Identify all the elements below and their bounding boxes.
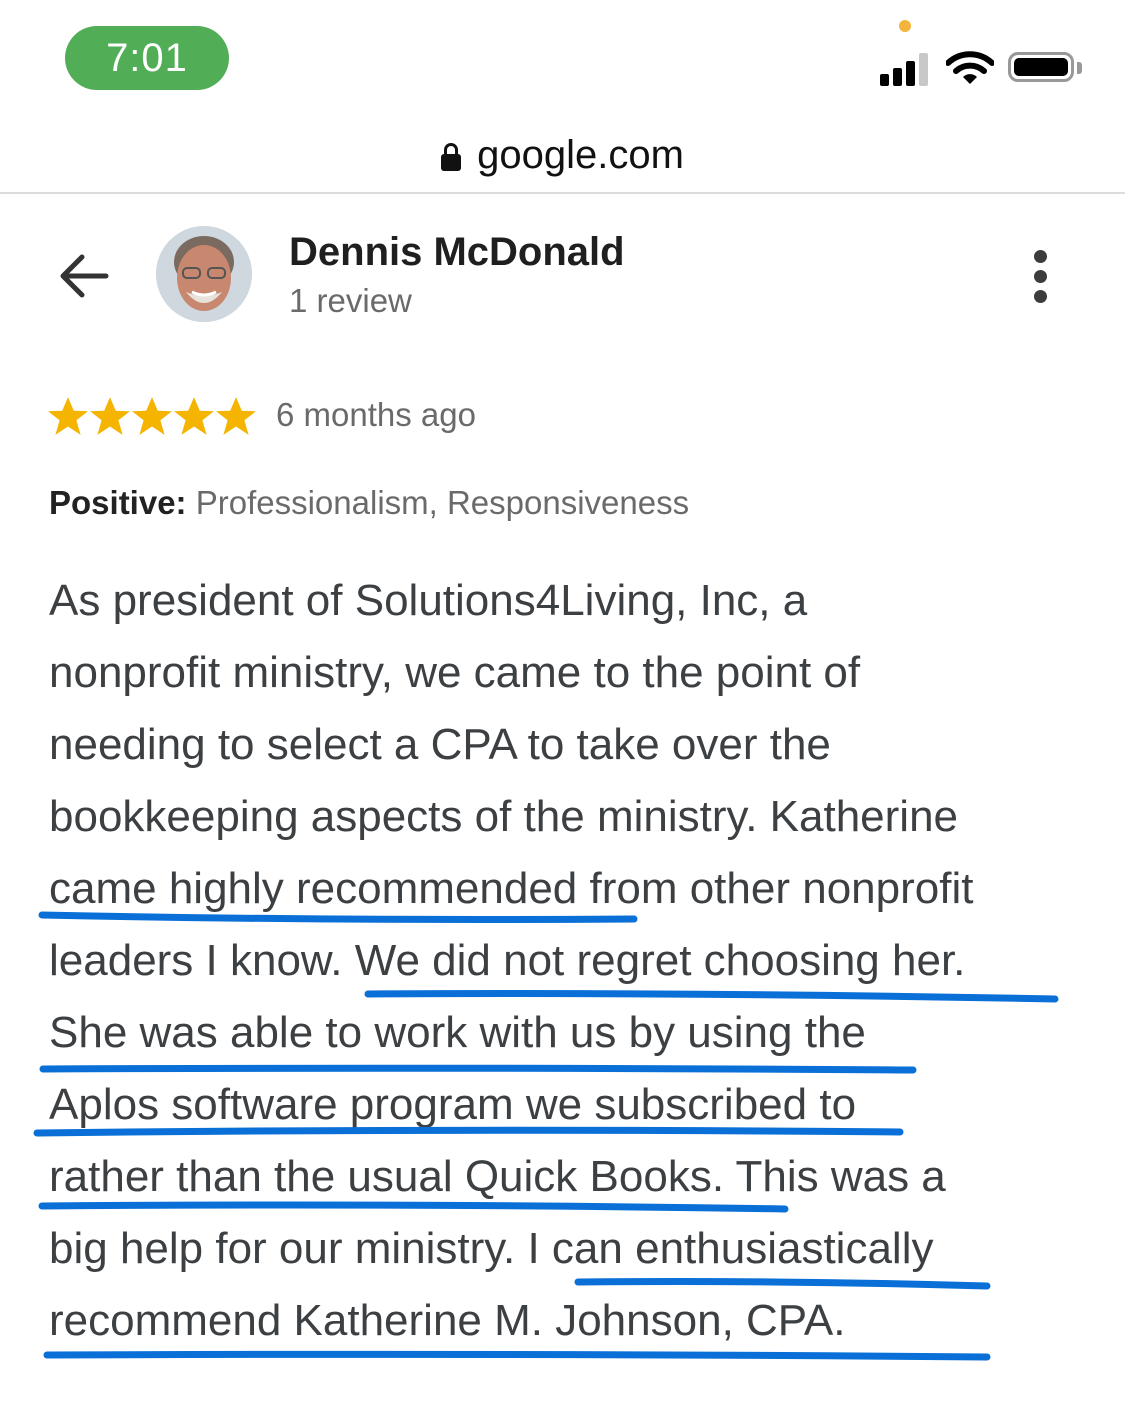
review-line: Aplos software program we subscribed to <box>49 1080 857 1129</box>
underline-stroke <box>574 1278 991 1290</box>
positive-label: Positive: <box>49 484 187 521</box>
review-line: rather than the usual Quick Books. This … <box>49 1152 946 1201</box>
lock-icon <box>441 143 462 171</box>
underline-stroke <box>39 1064 917 1074</box>
url-domain: google.com <box>477 132 684 177</box>
review-line: big help for our ministry. I can enthusi… <box>49 1224 934 1273</box>
review-count: 1 review <box>289 282 412 319</box>
underline-stroke <box>33 1126 904 1137</box>
url-bar[interactable]: google.com <box>0 118 1125 194</box>
positive-attributes: Positive: Professionalism, Responsivenes… <box>49 484 689 522</box>
review-line: bookkeeping aspects of the ministry. Kat… <box>49 792 959 841</box>
review-line: nonprofit ministry, we came to the point… <box>49 648 861 697</box>
arrow-back-icon[interactable] <box>52 244 116 308</box>
avatar-photo <box>156 226 252 322</box>
review-line: needing to select a CPA to take over the <box>49 720 831 769</box>
star-icon <box>90 397 130 435</box>
privacy-indicator-dot <box>899 20 911 32</box>
star-rating <box>47 396 257 440</box>
review-line: She was able to work with us by using th… <box>49 1008 866 1057</box>
positive-value: Professionalism, Responsiveness <box>195 484 690 521</box>
star-icon <box>174 397 214 435</box>
review-line: recommend Katherine M. Johnson, CPA. <box>49 1296 846 1345</box>
review-line: As president of Solutions4Living, Inc, a <box>49 576 808 625</box>
star-icon <box>216 397 256 435</box>
status-time: 7:01 <box>106 35 188 80</box>
reviewer-name[interactable]: Dennis McDonald <box>289 230 625 275</box>
avatar[interactable] <box>156 226 252 322</box>
review-line: leaders I know. We did not regret choosi… <box>49 936 966 985</box>
underline-stroke <box>38 911 638 923</box>
underline-stroke <box>43 1350 991 1361</box>
status-time-pill: 7:01 <box>65 26 229 90</box>
more-vertical-icon[interactable] <box>1020 246 1062 308</box>
review-page: 7:01 google.com Dennis McDonald 1 review… <box>0 0 1125 1402</box>
star-icon <box>132 397 172 435</box>
underline-stroke <box>364 990 1059 1003</box>
review-line: came highly recommended from other nonpr… <box>49 864 974 913</box>
underline-stroke <box>38 1201 789 1213</box>
review-time: 6 months ago <box>276 396 476 433</box>
cellular-signal-icon <box>880 50 934 86</box>
star-icon <box>48 397 88 435</box>
battery-icon <box>1008 52 1074 82</box>
wifi-icon <box>946 51 994 84</box>
